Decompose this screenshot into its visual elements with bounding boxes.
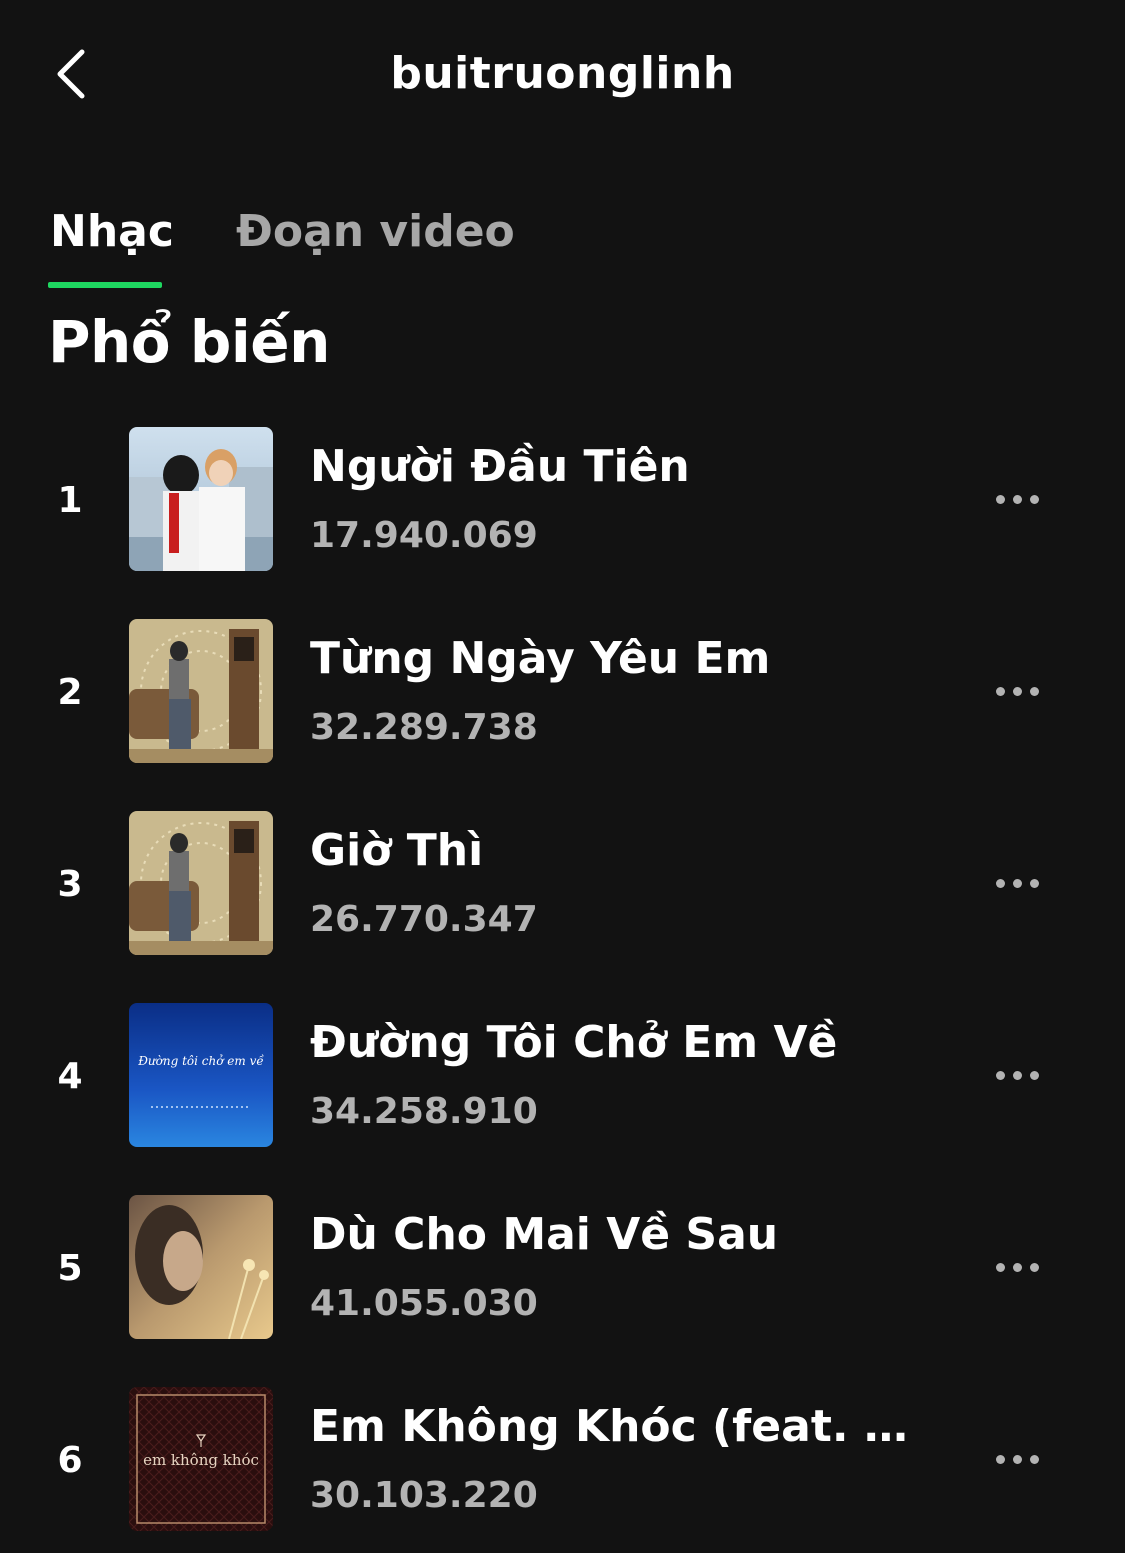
more-dots-icon xyxy=(992,878,1043,888)
svg-text:em không khóc: em không khóc xyxy=(143,1451,259,1469)
more-options-button[interactable] xyxy=(992,673,1066,709)
track-title: Từng Ngày Yêu Em xyxy=(310,633,771,684)
track-play-count: 30.103.220 xyxy=(310,1475,538,1516)
more-options-button[interactable] xyxy=(992,865,1066,901)
more-dots-icon xyxy=(992,494,1043,504)
track-row[interactable]: 1 Người Đầu Tiên 17.940.069 xyxy=(0,427,1125,577)
album-cover xyxy=(129,619,273,763)
album-cover xyxy=(129,1195,273,1339)
page-title: buitruonglinh xyxy=(390,48,735,99)
more-options-button[interactable] xyxy=(992,1057,1066,1093)
track-title: Người Đầu Tiên xyxy=(310,441,690,492)
tab-bar: Nhạc Đoạn video xyxy=(48,200,748,290)
track-rank: 5 xyxy=(57,1247,83,1289)
track-play-count: 32.289.738 xyxy=(310,707,538,748)
track-play-count: 17.940.069 xyxy=(310,515,538,556)
track-title: Đường Tôi Chở Em Về xyxy=(310,1017,838,1068)
album-cover xyxy=(129,427,273,571)
section-title-popular: Phổ biến xyxy=(48,308,330,376)
album-cover: em không khóc xyxy=(129,1387,273,1531)
more-options-button[interactable] xyxy=(992,1249,1066,1285)
track-title: Em Không Khóc (feat. Vũ P... xyxy=(310,1401,930,1452)
more-options-button[interactable] xyxy=(992,1441,1066,1477)
album-cover xyxy=(129,811,273,955)
track-play-count: 26.770.347 xyxy=(310,899,538,940)
track-play-count: 34.258.910 xyxy=(310,1091,538,1132)
more-dots-icon xyxy=(992,686,1043,696)
track-row[interactable]: 4 Đường tôi chở em về Đường Tôi Chở Em V… xyxy=(0,1003,1125,1153)
track-title: Dù Cho Mai Về Sau xyxy=(310,1209,779,1260)
more-options-button[interactable] xyxy=(992,481,1066,517)
track-row[interactable]: 5 Dù Cho Mai Về Sau 41.055.030 xyxy=(0,1195,1125,1345)
tab-music[interactable]: Nhạc xyxy=(48,200,176,264)
track-title: Giờ Thì xyxy=(310,825,484,876)
track-rank: 6 xyxy=(57,1439,83,1481)
more-dots-icon xyxy=(992,1454,1043,1464)
active-tab-indicator xyxy=(48,282,162,288)
track-play-count: 41.055.030 xyxy=(310,1283,538,1324)
more-dots-icon xyxy=(992,1262,1043,1272)
track-row[interactable]: 6 em không khóc Em Không Khóc (feat. Vũ … xyxy=(0,1387,1125,1537)
track-rank: 1 xyxy=(57,479,83,521)
top-bar: buitruonglinh xyxy=(0,0,1125,150)
track-rank: 2 xyxy=(57,671,83,713)
track-rank: 4 xyxy=(57,1055,83,1097)
track-row[interactable]: 2 Từng Ngày Yêu Em 32.289.738 xyxy=(0,619,1125,769)
more-dots-icon xyxy=(992,1070,1043,1080)
track-rank: 3 xyxy=(57,863,83,905)
track-row[interactable]: 3 Giờ Thì 26.770.347 xyxy=(0,811,1125,961)
album-cover: Đường tôi chở em về xyxy=(129,1003,273,1147)
svg-text:Đường tôi chở em về: Đường tôi chở em về xyxy=(137,1053,264,1068)
tab-video-clips[interactable]: Đoạn video xyxy=(234,200,517,264)
